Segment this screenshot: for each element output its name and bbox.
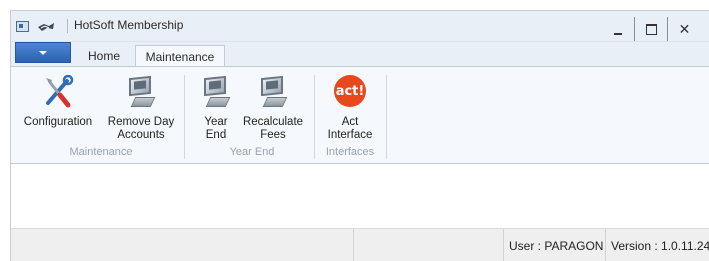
status-bar: User : PARAGON Version : 1.0.11.24 <box>11 228 709 261</box>
minimize-icon <box>614 33 622 35</box>
tab-home[interactable]: Home <box>75 45 133 67</box>
quick-access-icon[interactable] <box>35 17 57 35</box>
window-title: HotSoft Membership <box>74 18 184 32</box>
maximize-icon <box>646 23 657 35</box>
act-interface-button[interactable]: act! Act Interface <box>320 75 380 142</box>
year-end-label-line1: Year <box>204 116 228 128</box>
group-separator <box>184 75 185 159</box>
group-separator <box>386 75 387 159</box>
remove-day-accounts-button[interactable]: Remove Day Accounts <box>102 75 180 142</box>
chevron-down-icon <box>39 50 47 55</box>
act-interface-label-line1: Act <box>341 116 359 128</box>
group-label-maintenance: Maintenance <box>69 146 133 158</box>
monitor-icon <box>123 75 159 109</box>
year-end-label-line2: End <box>205 129 227 141</box>
maximize-button[interactable] <box>634 17 668 41</box>
title-bar: HotSoft Membership ✕ <box>11 11 709 42</box>
ribbon-tab-row: Home Maintenance <box>11 42 709 67</box>
app-window: HotSoft Membership ✕ Home Maintenance Co… <box>10 10 709 261</box>
tab-maintenance[interactable]: Maintenance <box>135 45 225 67</box>
ribbon-panel: Configuration Remove Day Accounts Mainte… <box>11 66 709 164</box>
recalculate-fees-label-line2: Fees <box>260 129 286 141</box>
close-button[interactable]: ✕ <box>667 17 701 41</box>
status-separator <box>503 229 504 261</box>
status-separator <box>605 229 606 261</box>
titlebar-separator <box>67 19 68 33</box>
remove-day-accounts-label-line2: Accounts <box>117 129 165 141</box>
recalculate-fees-button[interactable]: Recalculate Fees <box>240 75 306 142</box>
group-label-interfaces: Interfaces <box>325 146 375 158</box>
close-icon: ✕ <box>678 20 691 37</box>
status-separator <box>353 229 354 261</box>
status-version: Version : 1.0.11.24 <box>611 239 709 253</box>
remove-day-accounts-label-line1: Remove Day <box>107 116 175 128</box>
group-label-year-end: Year End <box>229 146 275 158</box>
main-content-area <box>11 164 709 228</box>
monitor-icon <box>255 75 291 109</box>
configuration-button[interactable]: Configuration <box>23 74 93 129</box>
recalculate-fees-label-line1: Recalculate <box>242 116 304 128</box>
tools-icon <box>40 74 76 109</box>
act-interface-label-line2: Interface <box>327 129 373 141</box>
minimize-button[interactable] <box>601 17 635 41</box>
application-menu-button[interactable] <box>15 42 71 63</box>
act-logo-icon: act! <box>332 75 368 109</box>
act-logo: act! <box>334 75 366 107</box>
year-end-button[interactable]: Year End <box>194 75 238 142</box>
group-separator <box>314 75 315 159</box>
status-user: User : PARAGON <box>509 239 604 253</box>
app-icon[interactable] <box>16 21 29 32</box>
monitor-icon <box>198 75 234 109</box>
configuration-label: Configuration <box>23 116 93 128</box>
